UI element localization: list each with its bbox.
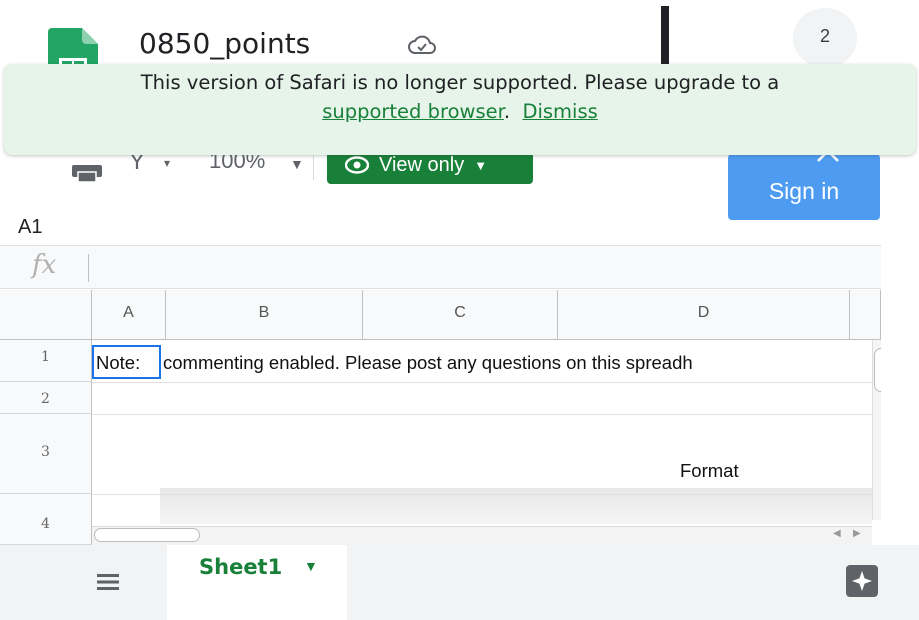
row-gridline bbox=[92, 382, 872, 383]
column-header-c[interactable]: C bbox=[363, 290, 558, 340]
cell-d3[interactable]: Format bbox=[680, 460, 739, 482]
chevron-down-icon[interactable]: ▼ bbox=[304, 558, 318, 574]
vertical-scroll-thumb[interactable] bbox=[874, 348, 881, 392]
column-header-a[interactable]: A bbox=[92, 290, 166, 340]
select-all-corner[interactable] bbox=[0, 290, 92, 340]
row-gridline bbox=[92, 414, 872, 415]
name-box[interactable]: A1 bbox=[18, 216, 42, 239]
cell-shading bbox=[160, 488, 872, 524]
banner-separator: . bbox=[503, 100, 511, 123]
row-header-4[interactable]: 4 bbox=[0, 494, 92, 545]
supported-browser-link[interactable]: supported browser bbox=[322, 100, 504, 123]
sheet-tab-bar bbox=[0, 545, 919, 620]
filter-caret-icon[interactable]: ▾ bbox=[164, 156, 170, 170]
unsupported-browser-banner: This version of Safari is no longer supp… bbox=[4, 64, 916, 155]
sign-in-button[interactable]: Sign in bbox=[728, 154, 880, 220]
scroll-left-icon[interactable]: ◀ bbox=[833, 528, 841, 539]
horizontal-scroll-thumb[interactable] bbox=[94, 528, 200, 542]
explore-icon[interactable] bbox=[846, 565, 878, 597]
notification-count-badge[interactable]: 2 bbox=[793, 8, 857, 68]
horizontal-scrollbar[interactable] bbox=[92, 526, 872, 545]
zoom-caret-icon[interactable]: ▼ bbox=[290, 156, 304, 172]
chevron-down-icon: ▼ bbox=[474, 157, 488, 173]
column-header-e[interactable] bbox=[850, 290, 881, 340]
column-header-b[interactable]: B bbox=[166, 290, 363, 340]
print-icon[interactable] bbox=[72, 160, 102, 182]
cloud-check-icon[interactable] bbox=[408, 34, 436, 56]
list-icon[interactable] bbox=[97, 573, 119, 591]
row-header-3[interactable]: 3 bbox=[0, 414, 92, 494]
spreadsheet-grid[interactable]: A B C D 1 2 3 4 Note: commenting enabled… bbox=[0, 290, 881, 545]
row-header-2[interactable]: 2 bbox=[0, 382, 92, 414]
selected-cell-outline bbox=[92, 345, 161, 379]
row-header-1[interactable]: 1 bbox=[0, 340, 92, 382]
window-divider bbox=[661, 6, 669, 66]
dismiss-link[interactable]: Dismiss bbox=[522, 100, 597, 123]
scroll-right-icon[interactable]: ▶ bbox=[853, 528, 861, 539]
sheet-tab-label[interactable]: Sheet1 bbox=[199, 555, 282, 579]
fx-icon: fx bbox=[32, 250, 57, 280]
formula-bar[interactable] bbox=[0, 245, 881, 289]
view-only-label: View only bbox=[379, 153, 465, 176]
banner-message: This version of Safari is no longer supp… bbox=[140, 71, 780, 94]
banner-links-line: supported browser. Dismiss bbox=[4, 97, 916, 126]
document-title[interactable]: 0850_points bbox=[139, 27, 310, 60]
eye-icon bbox=[345, 156, 369, 174]
formula-divider bbox=[88, 254, 89, 282]
cell-b1[interactable]: commenting enabled. Please post any ques… bbox=[163, 352, 693, 374]
column-header-d[interactable]: D bbox=[558, 290, 850, 340]
